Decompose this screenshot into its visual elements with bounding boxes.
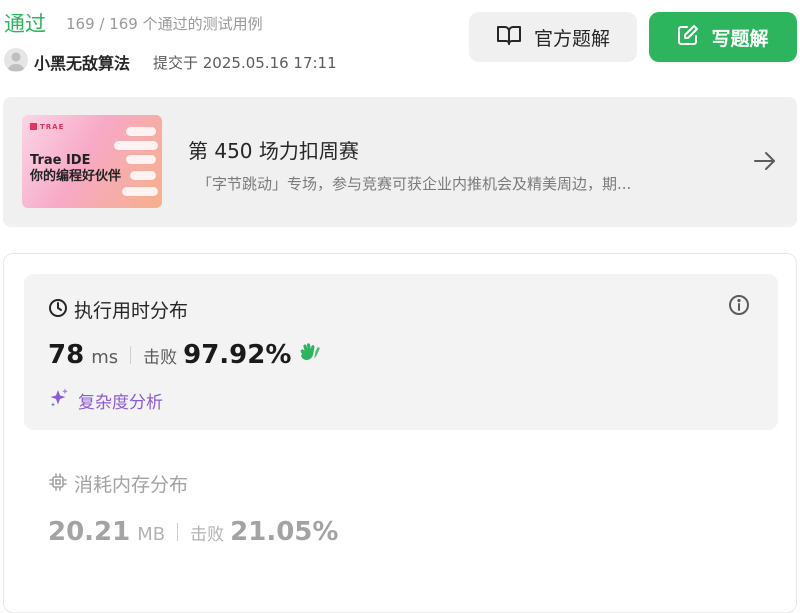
promo-title: Trae IDE 你的编程好伙伴 — [30, 153, 121, 185]
write-solution-button[interactable]: 写题解 — [649, 12, 797, 62]
promo-logo: TRAE — [30, 123, 64, 131]
submission-header: 通过 169 / 169 个通过的测试用例 小黑无敌算法 提交于 2025.05… — [0, 0, 800, 80]
promo-image: TRAE Trae IDE 你的编程好伙伴 — [22, 115, 162, 208]
divider — [177, 523, 179, 541]
user-name-link[interactable]: 小黑无敌算法 — [34, 50, 130, 74]
runtime-value: 78 — [48, 340, 85, 370]
write-solution-label: 写题解 — [711, 27, 769, 50]
promo-tag-5 — [122, 187, 158, 196]
memory-beat-percent: 21.05% — [230, 517, 339, 547]
runtime-beat-percent: 97.92% — [183, 340, 292, 370]
promo-title-line2: 你的编程好伙伴 — [30, 169, 122, 184]
clock-icon — [48, 298, 68, 322]
promo-tag-3 — [126, 155, 156, 164]
promo-tag-2 — [114, 141, 158, 150]
runtime-section[interactable]: 执行用时分布 78 ms 击败 97.92% 复杂度分析 — [24, 274, 778, 430]
clap-icon — [297, 342, 321, 368]
performance-card: 执行用时分布 78 ms 击败 97.92% 复杂度分析 消耗内存分布 20.2… — [3, 253, 797, 613]
memory-title-text: 消耗内存分布 — [74, 474, 189, 496]
status-label: 通过 — [4, 12, 46, 36]
promo-title-line1: Trae IDE — [30, 153, 91, 168]
passed-cases-text: 169 / 169 个通过的测试用例 — [66, 15, 263, 33]
memory-title[interactable]: 消耗内存分布 — [48, 470, 188, 497]
chip-icon — [48, 472, 68, 496]
arrow-right-icon[interactable] — [753, 150, 777, 176]
official-solution-button[interactable]: 官方题解 — [469, 12, 637, 62]
official-solution-label: 官方题解 — [533, 27, 610, 50]
runtime-title: 执行用时分布 — [48, 296, 188, 323]
memory-beat-label: 击败 — [190, 525, 225, 545]
edit-icon — [677, 24, 699, 50]
book-open-icon — [496, 24, 522, 50]
runtime-beat-label: 击败 — [143, 348, 178, 368]
complexity-analysis-link[interactable]: 复杂度分析 — [48, 387, 163, 413]
memory-metric: 20.21 MB 击败 21.05% — [48, 517, 338, 547]
submitted-time: 提交于 2025.05.16 17:11 — [153, 54, 337, 72]
runtime-title-text: 执行用时分布 — [74, 300, 189, 322]
memory-unit: MB — [137, 524, 166, 545]
sparkle-icon — [48, 387, 70, 413]
promo-tag-1 — [126, 127, 156, 136]
complexity-analysis-label: 复杂度分析 — [78, 392, 163, 413]
contest-description: 「字节跳动」专场，参与竞赛可获企业内推机会及精美周边，期... — [197, 175, 632, 193]
avatar-icon[interactable] — [4, 48, 28, 72]
runtime-metric: 78 ms 击败 97.92% — [48, 340, 321, 370]
contest-banner[interactable]: TRAE Trae IDE 你的编程好伙伴 第 450 场力扣周赛 「字节跳动」… — [3, 97, 797, 227]
divider — [130, 346, 132, 364]
info-icon[interactable] — [728, 294, 750, 320]
promo-tag-4 — [130, 171, 156, 180]
runtime-unit: ms — [91, 347, 119, 368]
contest-title: 第 450 场力扣周赛 — [188, 139, 359, 163]
memory-value: 20.21 — [48, 517, 131, 547]
